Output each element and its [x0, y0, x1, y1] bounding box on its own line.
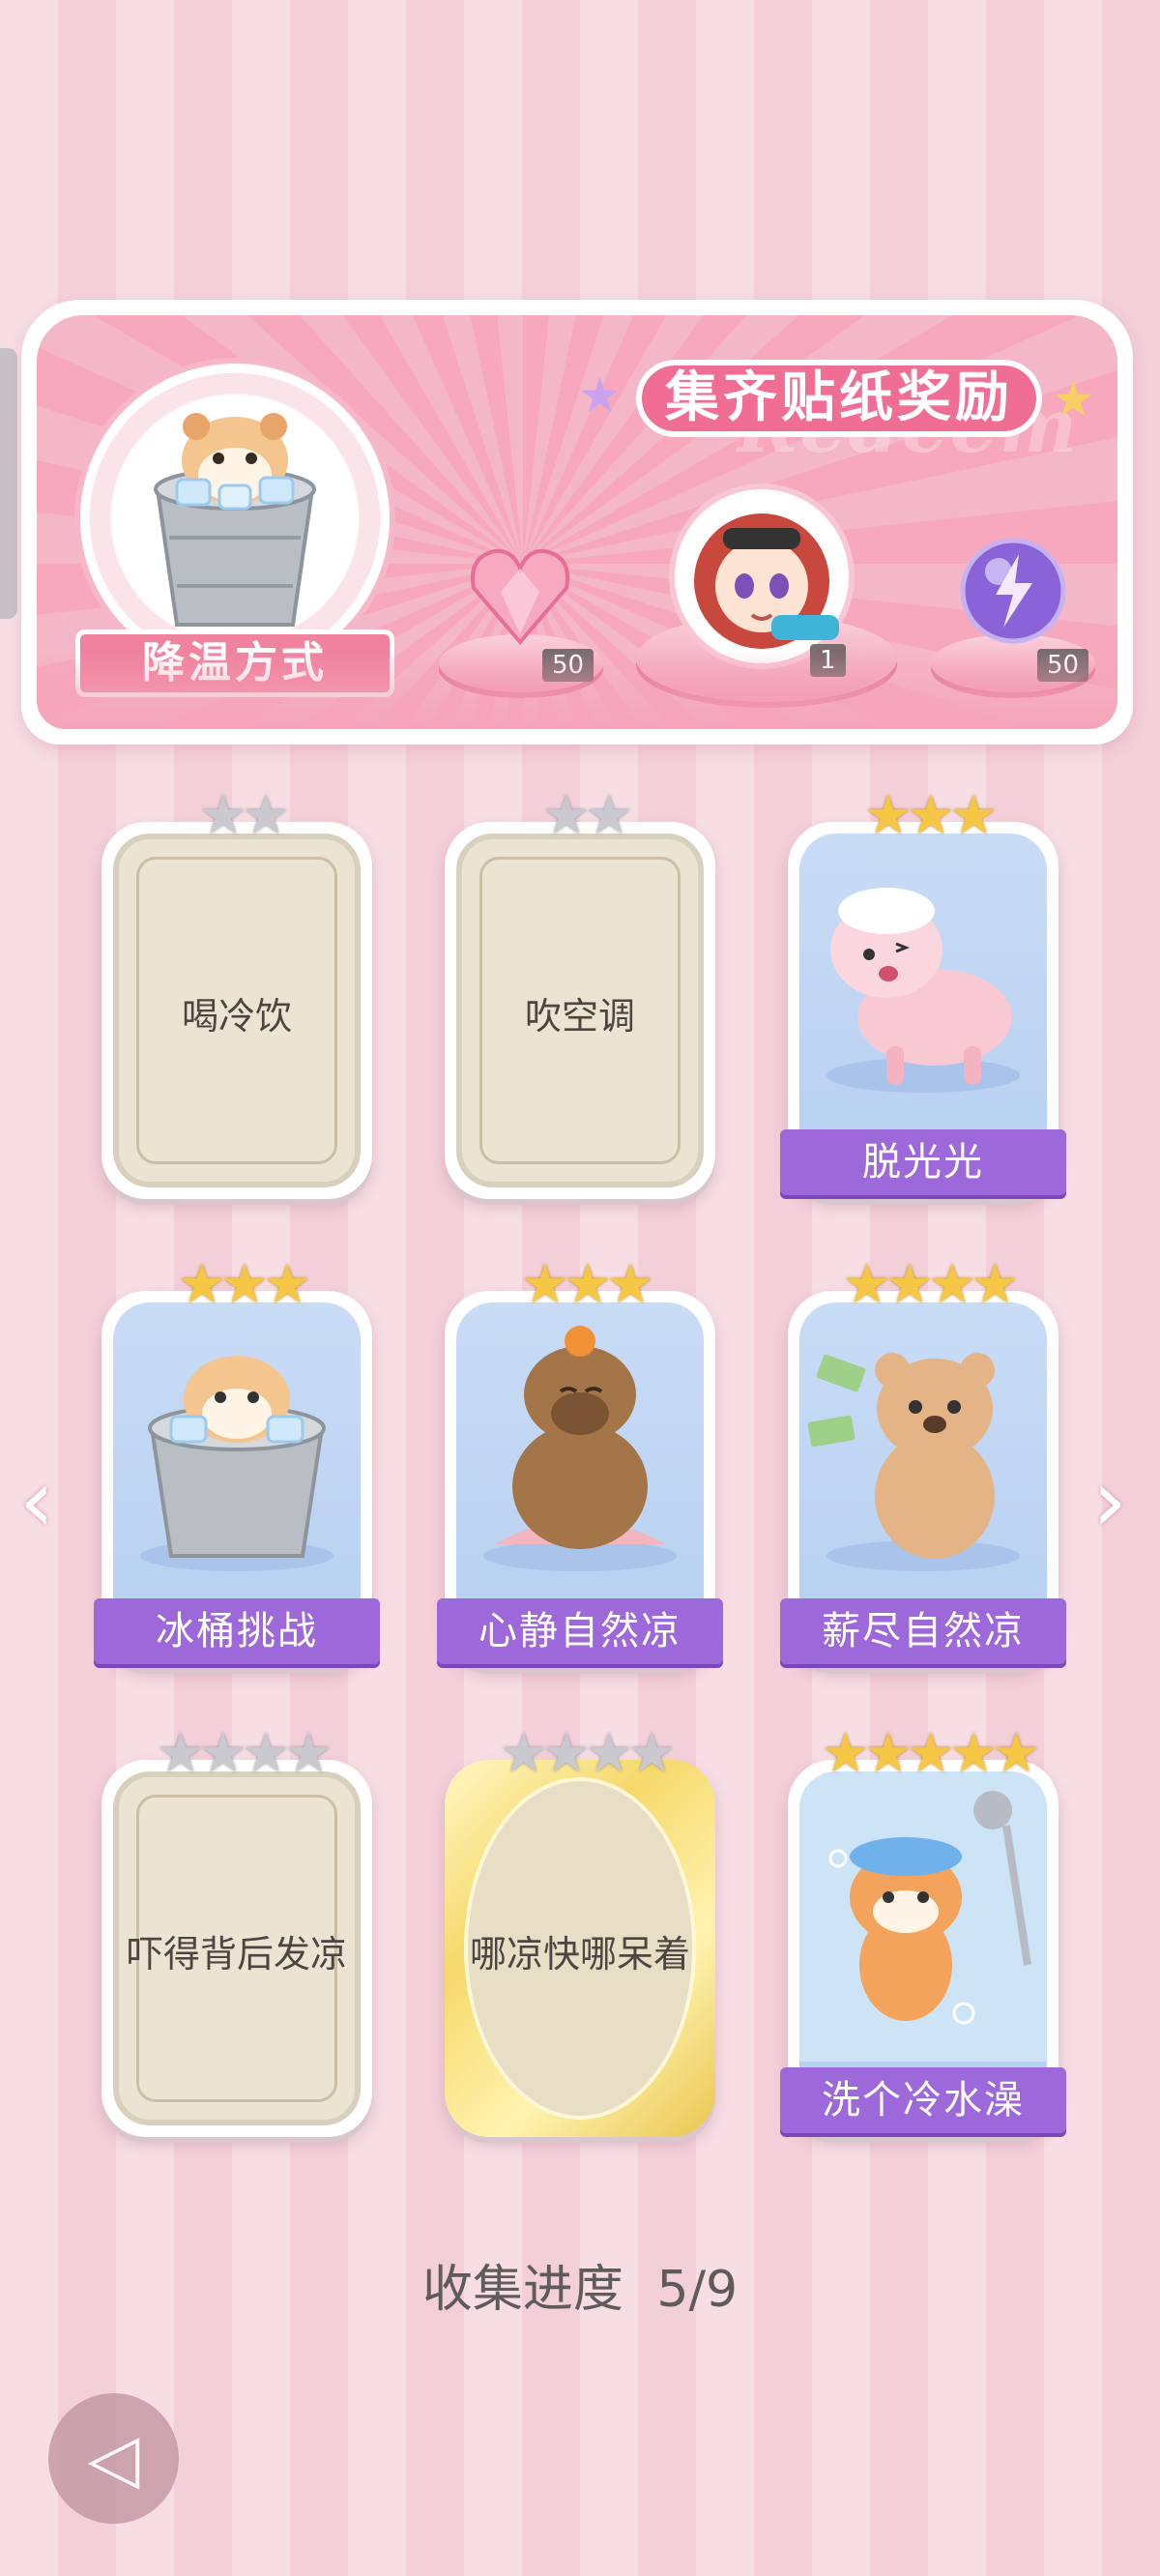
star-icon: ★ [906, 1722, 955, 1785]
progress-label: 收集进度 [421, 2261, 624, 2319]
star-rating: ★★★★ [102, 1727, 382, 1781]
category-medallion [90, 373, 380, 663]
sticker-card[interactable]: 吓得背后发凉 ★★★★ [102, 1727, 382, 2137]
sticker-name-ribbon: 冰桶挑战 [94, 1598, 380, 1664]
sticker-card-face: 心静自然凉 [437, 1291, 723, 1668]
bear-icon [807, 1353, 1020, 1571]
star-icon: ★ [520, 1253, 569, 1316]
sticker-card[interactable]: 脱光光 ★★★ [780, 789, 1068, 1199]
star-icon: ★ [992, 1722, 1040, 1785]
banner-title: 集齐贴纸奖励 [636, 360, 1042, 437]
character-avatar [675, 489, 849, 663]
star-icon: ★ [219, 1253, 269, 1316]
star-icon: ★ [499, 1722, 548, 1785]
sticker-card[interactable]: 喝冷饮 ★★ [102, 789, 382, 1199]
purple-star-icon: ★ [578, 367, 622, 424]
sticker-card-face: 洗个冷水澡 [780, 1760, 1066, 2137]
sticker-card-face: 吓得背后发凉 [102, 1760, 372, 2137]
purple-lightning-orb-icon [960, 538, 1066, 644]
star-icon: ★ [177, 1253, 226, 1316]
sticker-name: 喝冷饮 [181, 995, 292, 1038]
star-icon: ★ [949, 1722, 998, 1785]
banner-background: Redeem ★ 集齐贴纸奖励 ★ 降温 [37, 315, 1117, 729]
star-icon: ★ [263, 1253, 311, 1316]
star-icon: ★ [627, 1722, 676, 1785]
sticker-name-ribbon: 脱光光 [780, 1129, 1066, 1195]
sticker-name-ribbon: 心静自然凉 [437, 1598, 723, 1664]
yellow-star-icon: ★ [1052, 371, 1095, 427]
cat-shower-icon [799, 1771, 1047, 2062]
progress-value: 5/9 [656, 2261, 739, 2319]
star-icon: ★ [949, 784, 998, 847]
star-icon: ★ [563, 1253, 612, 1316]
side-drawer-tab[interactable] [0, 348, 17, 619]
character-avatar-icon [694, 513, 839, 649]
star-rating: ★★★ [102, 1258, 382, 1312]
sticker-name: 吹空调 [524, 995, 635, 1038]
sticker-card-face: 吹空调 [445, 822, 715, 1199]
star-rating: ★★ [445, 789, 725, 843]
star-icon: ★ [863, 1722, 913, 1785]
star-icon: ★ [585, 784, 633, 847]
sticker-card-face: 冰桶挑战 [94, 1291, 380, 1668]
reward-count: 50 [1037, 649, 1089, 682]
sticker-card[interactable]: 吹空调 ★★ [445, 789, 725, 1199]
star-icon: ★ [585, 1722, 633, 1785]
sticker-name-ribbon: 薪尽自然凉 [780, 1598, 1066, 1664]
sticker-name: 吓得背后发凉 [126, 1933, 347, 1976]
star-icon: ★ [606, 1253, 654, 1316]
back-arrow-icon: ◁ [87, 2418, 140, 2498]
banner-title-group: ★ 集齐贴纸奖励 ★ [578, 354, 1100, 451]
category-label: 降温方式 [75, 629, 394, 697]
sticker-card-face: 薪尽自然凉 [780, 1291, 1066, 1668]
reward-banner: Redeem ★ 集齐贴纸奖励 ★ 降温 [21, 300, 1133, 745]
star-icon: ★ [284, 1722, 333, 1785]
star-rating: ★★★ [445, 1258, 725, 1312]
star-icon: ★ [242, 1722, 290, 1785]
chevron-left-icon[interactable]: ‹ [19, 1450, 54, 1552]
star-icon: ★ [842, 1253, 891, 1316]
star-icon: ★ [198, 1722, 247, 1785]
sticker-card[interactable]: 薪尽自然凉 ★★★★ [780, 1258, 1068, 1668]
sticker-card[interactable]: 洗个冷水澡 ★★★★★ [780, 1727, 1068, 2137]
sticker-card[interactable]: 心静自然凉 ★★★ [437, 1258, 725, 1668]
sticker-card[interactable]: 冰桶挑战 ★★★ [94, 1258, 382, 1668]
collection-progress: 收集进度 5/9 [0, 2248, 1160, 2321]
star-icon: ★ [156, 1722, 205, 1785]
star-rating: ★★ [102, 789, 382, 843]
star-rating: ★★★★ [445, 1727, 725, 1781]
hamster-bucket-icon [154, 413, 316, 627]
hamster-bucket-icon [140, 1356, 334, 1571]
pink-heart-gem-icon [471, 548, 569, 646]
star-icon: ★ [541, 784, 591, 847]
sticker-name-ribbon: 洗个冷水澡 [780, 2067, 1066, 2133]
star-icon: ★ [821, 1722, 869, 1785]
back-button[interactable]: ◁ [48, 2393, 179, 2524]
sticker-name: 哪凉快哪呆着 [469, 1933, 690, 1976]
sticker-card-face: 哪凉快哪呆着 [445, 1760, 715, 2137]
sheep-icon [826, 888, 1020, 1093]
star-icon: ★ [928, 1253, 976, 1316]
reward-count: 50 [542, 649, 594, 682]
star-rating: ★★★ [788, 789, 1068, 843]
capybara-icon [483, 1326, 677, 1571]
reward-count: 1 [810, 644, 846, 677]
star-icon: ★ [242, 784, 290, 847]
star-icon: ★ [863, 784, 913, 847]
star-rating: ★★★★ [788, 1258, 1068, 1312]
chevron-right-icon[interactable]: › [1092, 1450, 1127, 1552]
star-rating: ★★★★★ [788, 1727, 1068, 1781]
star-icon: ★ [971, 1253, 1019, 1316]
sticker-card-face: 喝冷饮 [102, 822, 372, 1199]
sticker-card-face: 脱光光 [780, 822, 1066, 1199]
star-icon: ★ [541, 1722, 591, 1785]
star-icon: ★ [198, 784, 247, 847]
star-icon: ★ [906, 784, 955, 847]
sticker-card[interactable]: 哪凉快哪呆着 ★★★★ [445, 1727, 725, 2137]
star-icon: ★ [884, 1253, 934, 1316]
